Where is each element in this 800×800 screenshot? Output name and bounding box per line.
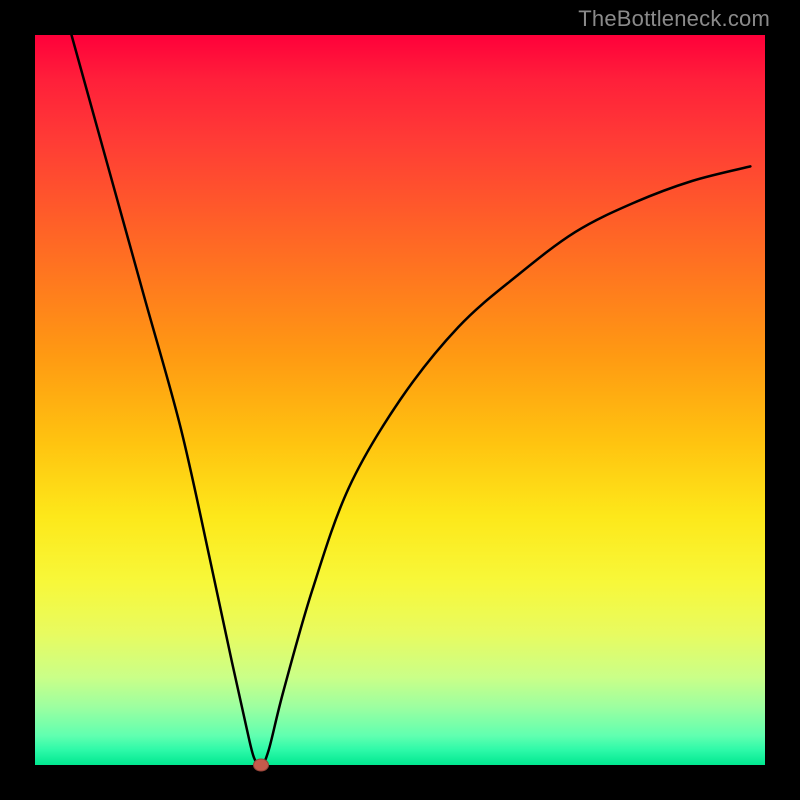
optimal-point-marker	[253, 759, 269, 772]
bottleneck-curve	[35, 35, 765, 765]
watermark-text: TheBottleneck.com	[578, 6, 770, 32]
chart-frame: TheBottleneck.com	[0, 0, 800, 800]
